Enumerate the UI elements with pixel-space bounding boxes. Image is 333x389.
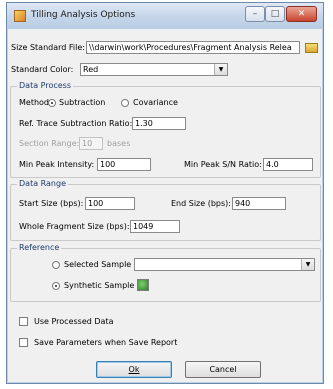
start-size-label: Start Size (bps): xyxy=(19,199,84,208)
selected-sample-radio[interactable] xyxy=(52,261,60,269)
synthetic-sample-radio[interactable] xyxy=(52,282,60,290)
standard-color-label: Standard Color: xyxy=(11,65,74,74)
covariance-label: Covariance xyxy=(133,98,178,107)
data-process-legend: Data Process xyxy=(17,81,73,90)
section-range-input: 10 xyxy=(79,137,103,150)
ok-button-label: Ok xyxy=(128,365,140,374)
close-button[interactable]: ✕ xyxy=(286,6,317,22)
ok-button[interactable]: Ok xyxy=(96,361,172,378)
use-processed-checkbox[interactable] xyxy=(19,317,28,326)
whole-fragment-input[interactable]: 1049 xyxy=(130,220,180,233)
data-range-legend: Data Range xyxy=(17,179,68,188)
min-peak-input[interactable]: 100 xyxy=(97,158,151,171)
use-processed-label: Use Processed Data xyxy=(34,317,114,326)
chevron-down-icon[interactable]: ▼ xyxy=(214,64,227,75)
end-size-input[interactable]: 940 xyxy=(232,197,286,210)
maximize-button[interactable]: □ xyxy=(265,6,285,22)
minimize-button[interactable]: – xyxy=(245,6,265,22)
subtraction-label: Subtraction xyxy=(59,98,106,107)
end-size-label: End Size (bps): xyxy=(171,199,231,208)
cancel-button[interactable]: Cancel xyxy=(185,361,261,378)
selected-sample-label: Selected Sample xyxy=(64,260,132,269)
selected-sample-select[interactable]: ▼ xyxy=(134,258,315,271)
reference-legend: Reference xyxy=(17,243,62,252)
section-range-label: Section Range: xyxy=(19,139,80,148)
ref-trace-label: Ref. Trace Subtraction Ratio: xyxy=(19,119,133,128)
title-bar[interactable]: Tilling Analysis Options – □ ✕ xyxy=(7,3,323,29)
standard-color-value: Red xyxy=(83,65,99,74)
reference-group: Reference Selected Sample ▼ Synthetic Sa… xyxy=(10,243,321,302)
dialog-window: Tilling Analysis Options – □ ✕ Size Stan… xyxy=(6,2,324,384)
chevron-down-icon[interactable]: ▼ xyxy=(301,259,314,270)
start-size-input[interactable]: 100 xyxy=(85,197,135,210)
min-peak-label: Min Peak Intensity: xyxy=(19,160,95,169)
method-label: Method: xyxy=(19,98,52,107)
covariance-radio[interactable] xyxy=(121,99,129,107)
standard-color-select[interactable]: Red ▼ xyxy=(80,63,228,76)
save-params-label: Save Parameters when Save Report xyxy=(34,338,178,347)
synthetic-sample-icon[interactable] xyxy=(137,279,149,291)
cancel-button-label: Cancel xyxy=(209,365,237,374)
min-sn-label: Min Peak S/N Ratio: xyxy=(184,160,262,169)
subtraction-radio[interactable] xyxy=(48,99,56,107)
section-range-unit: bases xyxy=(107,139,131,148)
app-icon xyxy=(14,10,26,22)
size-standard-field[interactable]: \\darwin\work\Procedures\Fragment Analys… xyxy=(86,41,300,54)
data-range-group: Data Range Start Size (bps): 100 End Siz… xyxy=(10,179,321,241)
window-title: Tilling Analysis Options xyxy=(31,10,136,20)
ref-trace-input[interactable]: 1.30 xyxy=(132,117,186,130)
save-params-checkbox[interactable] xyxy=(19,338,28,347)
synthetic-sample-label: Synthetic Sample xyxy=(64,281,135,290)
data-process-group: Data Process Method: Subtraction Covaria… xyxy=(10,81,321,178)
min-sn-input[interactable]: 4.0 xyxy=(263,158,313,171)
size-standard-label: Size Standard File: xyxy=(11,43,85,52)
folder-browse-icon[interactable] xyxy=(305,43,318,53)
whole-fragment-label: Whole Fragment Size (bps): xyxy=(19,222,130,231)
